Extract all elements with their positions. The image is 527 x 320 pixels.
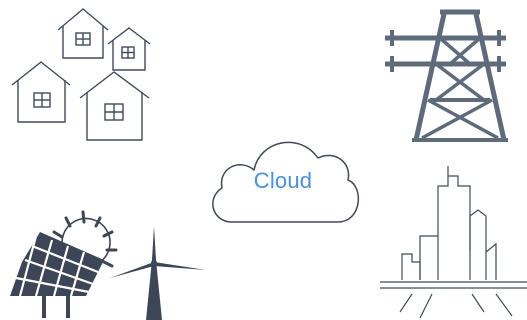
houses-icon — [11, 8, 151, 141]
diagram-canvas — [10, 8, 527, 320]
cloud-label: Cloud — [253, 168, 313, 193]
city-buildings-icon — [380, 166, 527, 319]
transmission-tower-icon — [385, 9, 508, 142]
solar-panel-icon — [10, 210, 118, 318]
wind-turbine-icon — [110, 226, 206, 320]
